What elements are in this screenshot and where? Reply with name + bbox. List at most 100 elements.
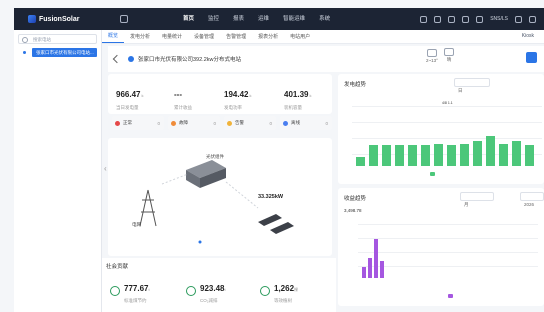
user-icon[interactable] (476, 15, 484, 23)
social-contribution-card: 社会贡献 777.67t 标准煤节约 923.48t CO₂减排 1,262棵 等效植… (102, 258, 336, 312)
flow-dot (198, 240, 202, 244)
energy-flow-diagram: 光伏组件 电网 33.325kW ‹ (104, 138, 332, 256)
chart-bar[interactable] (374, 238, 378, 278)
back-icon[interactable] (112, 54, 122, 64)
nav-item-home[interactable]: 首页 (176, 8, 201, 30)
co2-icon (186, 286, 196, 296)
settings-button[interactable] (526, 52, 537, 63)
weather-temp-label: 2~13° (426, 57, 438, 63)
chart-bar[interactable] (382, 145, 391, 166)
status-normal[interactable]: 正常 0 (112, 116, 164, 130)
status-dot (171, 120, 176, 126)
chart-bar[interactable] (380, 261, 384, 278)
chart-bar[interactable] (421, 145, 430, 166)
contribution-label: 等效植树 (274, 298, 292, 303)
status-dot (283, 120, 288, 126)
app-logo[interactable]: FusionSolar (28, 15, 108, 23)
chart-legend (430, 172, 435, 176)
sidebar-item-station[interactable]: 张家口市光伏有限公司电站... (23, 48, 97, 57)
contribution-trees: 1,262棵 等效植树 (260, 278, 298, 304)
nav-item-smart-ops[interactable]: 智能运维 (276, 8, 312, 30)
chart-bar[interactable] (460, 143, 469, 166)
tab-reports[interactable]: 报表分析 (252, 33, 284, 40)
grid-icon[interactable] (434, 15, 442, 23)
nav-item-system[interactable]: 系统 (312, 8, 337, 30)
info-icon[interactable] (515, 15, 522, 23)
site-header: 张家口市光伏有限公司392.2kw分布式电站 2~13° 晴 (108, 46, 544, 72)
contribution-co2: 923.48t CO₂减排 (186, 278, 226, 304)
weather-condition: 晴 (443, 48, 454, 63)
tab-devices[interactable]: 设备管理 (188, 33, 220, 40)
contribution-coal: 777.67t 标准煤节约 (110, 278, 150, 304)
contribution-label: 标准煤节约 (124, 298, 147, 303)
kpi-capacity: 401.39k 装机容量 (284, 84, 342, 111)
contribution-value: 777.67 (124, 284, 149, 293)
gridline (358, 252, 538, 253)
flow-line (225, 181, 259, 209)
pv-label: 光伏组件 (206, 154, 224, 159)
period-dropdown[interactable]: 日 (454, 78, 490, 93)
weather-widget: 2~13° 晴 (426, 48, 454, 63)
nav-item-monitor[interactable]: 监控 (201, 8, 226, 30)
chart-bar[interactable] (369, 145, 378, 166)
kpi-unit: k (309, 93, 312, 98)
contribution-label: CO₂减排 (200, 298, 218, 303)
chart-bar[interactable] (395, 145, 404, 166)
period-dropdown[interactable]: 月 (460, 192, 494, 207)
logo-text: FusionSolar (39, 15, 80, 23)
tab-alarms[interactable]: 告警管理 (220, 33, 252, 40)
chart-bar[interactable] (356, 157, 365, 166)
nav-item-maintenance[interactable]: 运维 (251, 8, 276, 30)
gridline (358, 224, 538, 225)
chart-bar[interactable] (499, 143, 508, 166)
help-icon[interactable] (529, 15, 536, 23)
year-dropdown[interactable]: 2026 (520, 192, 544, 207)
chart-bar[interactable] (512, 140, 521, 166)
message-icon[interactable] (420, 15, 428, 23)
coal-icon (110, 286, 120, 296)
tab-users[interactable]: 电站用户 (284, 33, 316, 40)
inverter-icon-2 (270, 222, 294, 234)
chevron-left-icon[interactable]: ‹ (104, 164, 107, 173)
chart-bar[interactable] (408, 145, 417, 166)
inverter-icon (258, 214, 282, 226)
status-label: 离线 (291, 120, 300, 125)
status-dot (227, 120, 232, 126)
total-revenue: 3,498.78 (344, 208, 362, 213)
app-icon[interactable] (462, 15, 470, 23)
kpi-label: 装机容量 (284, 105, 302, 110)
chart-bar[interactable] (447, 145, 456, 166)
tab-generation[interactable]: 发电分析 (124, 33, 156, 40)
chart-bar[interactable] (368, 258, 372, 278)
kiosk-button[interactable]: Kiosk (516, 33, 540, 39)
tab-energy[interactable]: 电量统计 (156, 33, 188, 40)
contribution-value: 1,262 (274, 284, 295, 293)
search-icon[interactable] (448, 15, 456, 23)
chart-bar[interactable] (434, 143, 443, 166)
station-name: 张家口市光伏有限公司392.2kw分布式电站 (138, 57, 241, 63)
chart-bar[interactable] (362, 266, 366, 278)
station-search-input[interactable]: 搜索电站 (18, 34, 97, 44)
user-name[interactable]: SNS/LS (490, 16, 508, 22)
chart-bar[interactable] (486, 136, 495, 166)
nav-item-report[interactable]: 报表 (226, 8, 251, 30)
weather-condition-label: 晴 (446, 57, 452, 62)
tab-overview[interactable]: 概览 (102, 30, 125, 43)
status-offline[interactable]: 离线 0 (280, 116, 332, 130)
station-sidebar: 搜索电站 张家口市光伏有限公司电站... (14, 30, 102, 312)
year-value: 2026 (524, 202, 535, 207)
flow-line (161, 173, 189, 185)
status-alarm[interactable]: 告警 0 (224, 116, 276, 130)
status-fault[interactable]: 故障 0 (168, 116, 220, 130)
kpi-label: 发电功率 (224, 105, 242, 110)
chart-bar[interactable] (525, 145, 534, 166)
kpi-value: 401.39 (284, 90, 309, 99)
tree-icon (260, 286, 270, 296)
dropdown-value: 日 (458, 88, 463, 93)
chart-legend (448, 294, 453, 298)
chart-bar[interactable] (473, 140, 482, 166)
station-tabs: 概览 发电分析 电量统计 设备管理 告警管理 报表分析 电站用户 Kiosk (102, 30, 544, 44)
gridline (352, 122, 542, 123)
status-dot (115, 120, 120, 126)
home-icon[interactable] (120, 15, 128, 23)
